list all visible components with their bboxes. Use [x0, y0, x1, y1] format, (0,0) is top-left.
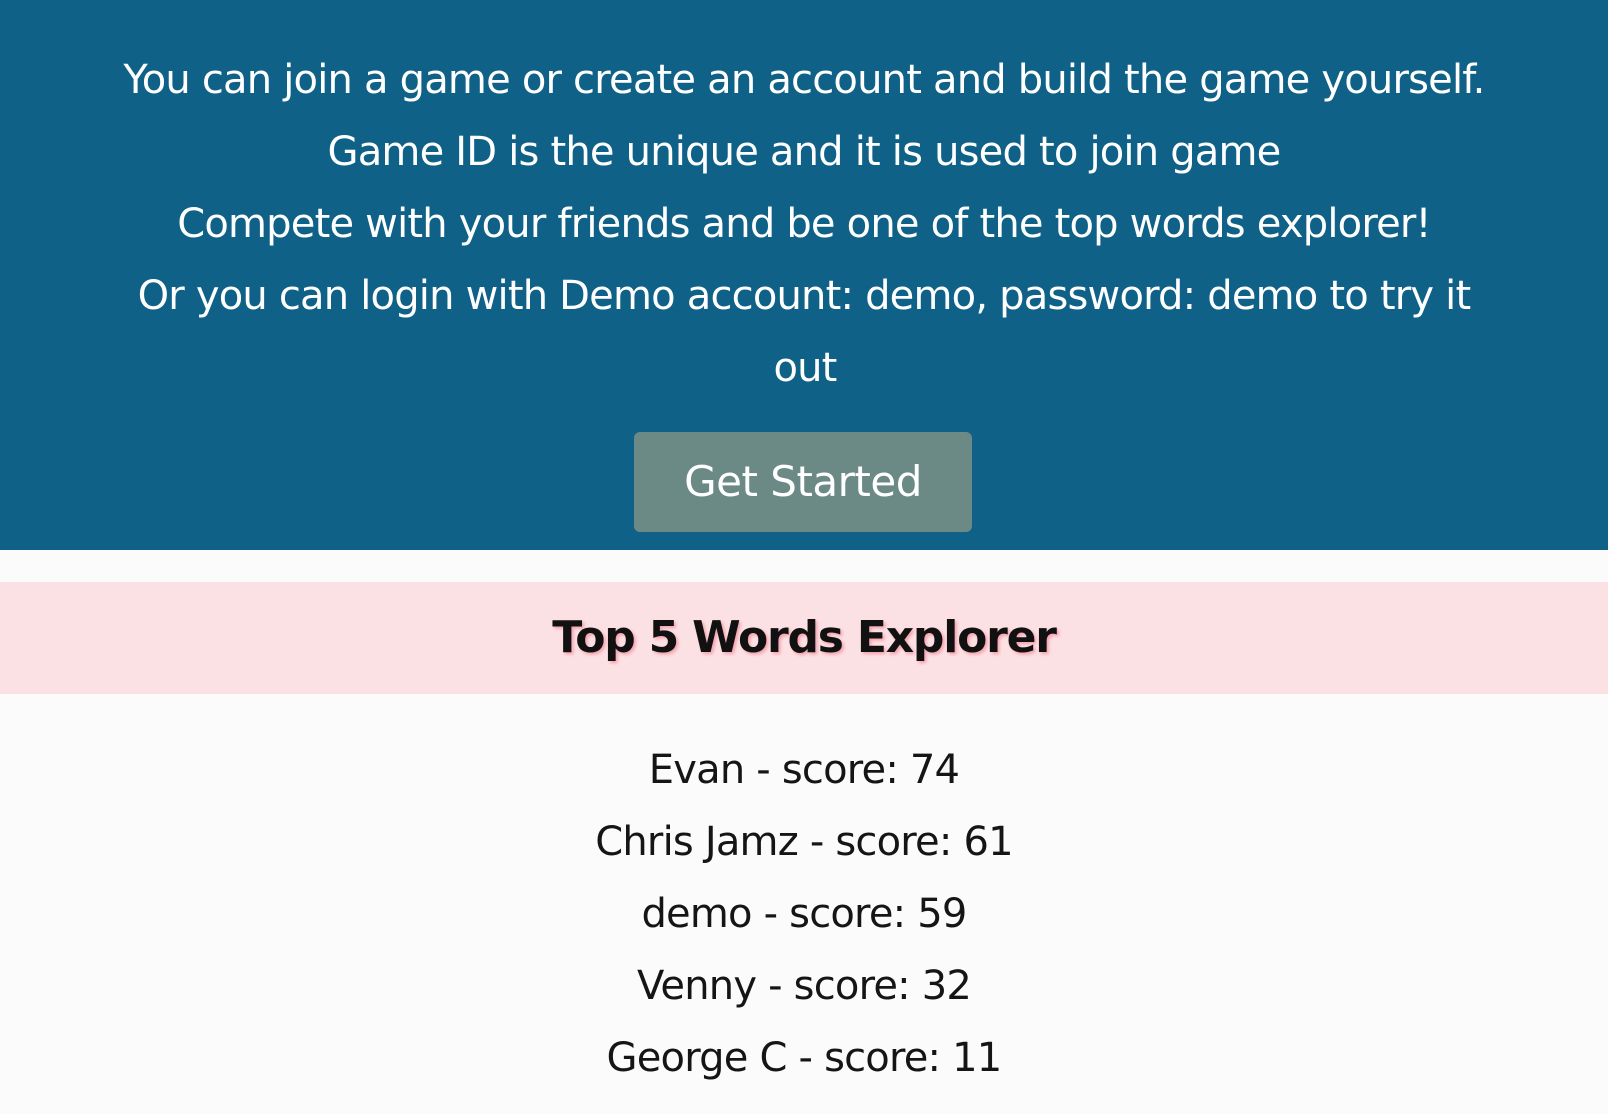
section-spacer	[0, 550, 1608, 582]
hero-line-game-id: Game ID is the unique and it is used to …	[327, 129, 1282, 175]
leaderboard-entry: demo - score: 59	[641, 891, 967, 937]
hero-line-demo-login-wrap: out	[773, 345, 837, 391]
hero-line-join: You can join a game or create an account…	[123, 57, 1485, 103]
leaderboard-list: Evan - score: 74 Chris Jamz - score: 61 …	[0, 734, 1608, 1094]
leaderboard-entry: Venny - score: 32	[636, 963, 972, 1009]
hero-section: You can join a game or create an account…	[0, 0, 1608, 550]
leaderboard-header: Top 5 Words Explorer	[0, 582, 1608, 694]
get-started-button[interactable]: Get Started	[634, 432, 972, 532]
leaderboard-entry: George C - score: 11	[606, 1035, 1003, 1081]
leaderboard-entry: Evan - score: 74	[648, 747, 960, 793]
hero-line-demo-login: Or you can login with Demo account: demo…	[137, 273, 1472, 319]
hero-intro-text: You can join a game or create an account…	[0, 44, 1608, 404]
leaderboard-title: Top 5 Words Explorer	[552, 612, 1057, 663]
hero-line-compete: Compete with your friends and be one of …	[177, 201, 1431, 247]
leaderboard-entry: Chris Jamz - score: 61	[595, 819, 1013, 865]
